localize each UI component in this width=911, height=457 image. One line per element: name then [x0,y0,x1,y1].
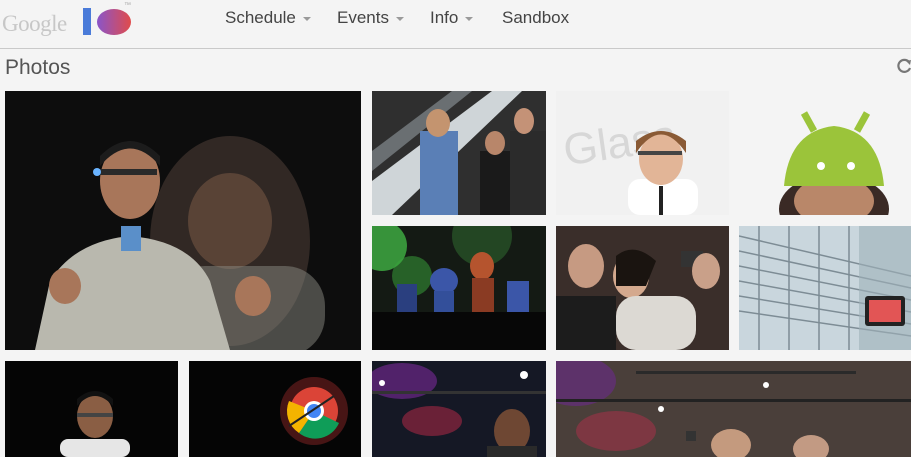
photo-image [189,361,361,457]
nav-sandbox-label: Sandbox [502,8,570,27]
chevron-down-icon [395,17,404,21]
photo-tile-glass-building-screen[interactable] [739,226,911,350]
nav-info[interactable]: Info [430,0,474,36]
photo-tile-chrome-logo[interactable] [189,361,361,457]
refresh-icon[interactable] [895,57,911,75]
nav-events-label: Events [337,8,389,27]
photo-image [5,361,178,457]
photo-tile-android-hat[interactable] [739,91,911,215]
photo-image [556,226,729,350]
photo-image [372,91,546,215]
photo-tile-speaker-keynote[interactable] [5,361,178,457]
photo-tile-conference-hall[interactable] [556,361,911,457]
photo-image [556,361,911,457]
photo-tile-speaker-with-glass[interactable] [5,91,361,350]
photo-tile-audience-stage-lights[interactable] [372,361,546,457]
photo-image [739,226,911,350]
photo-tile-crowd-photographer[interactable] [556,226,729,350]
chevron-down-icon [465,17,474,21]
logo-i-mark [83,8,91,35]
photo-tile-glass-woman-smiling[interactable]: Glass [556,91,729,215]
top-header: Google ™ Schedule Events Info Sandbox [0,0,911,49]
nav-events[interactable]: Events [337,0,404,36]
trademark-mark: ™ [124,2,131,9]
photo-image: Glass [556,91,729,215]
nav-info-label: Info [430,8,459,27]
logo-o-mark [97,9,131,35]
google-io-logo[interactable]: Google ™ [0,0,140,48]
photo-image [5,91,361,350]
logo-text: Google [2,11,67,36]
nav-sandbox[interactable]: Sandbox [502,0,569,36]
nav-schedule-label: Schedule [225,8,296,27]
chevron-down-icon [302,17,311,21]
nav-schedule[interactable]: Schedule [225,0,311,36]
photo-tile-escalator-attendees[interactable] [372,91,546,215]
page-title: Photos [5,56,71,79]
photo-tile-android-robot-toys[interactable] [372,226,546,350]
photo-image [739,91,911,215]
photo-image [372,226,546,350]
photo-image [372,361,546,457]
